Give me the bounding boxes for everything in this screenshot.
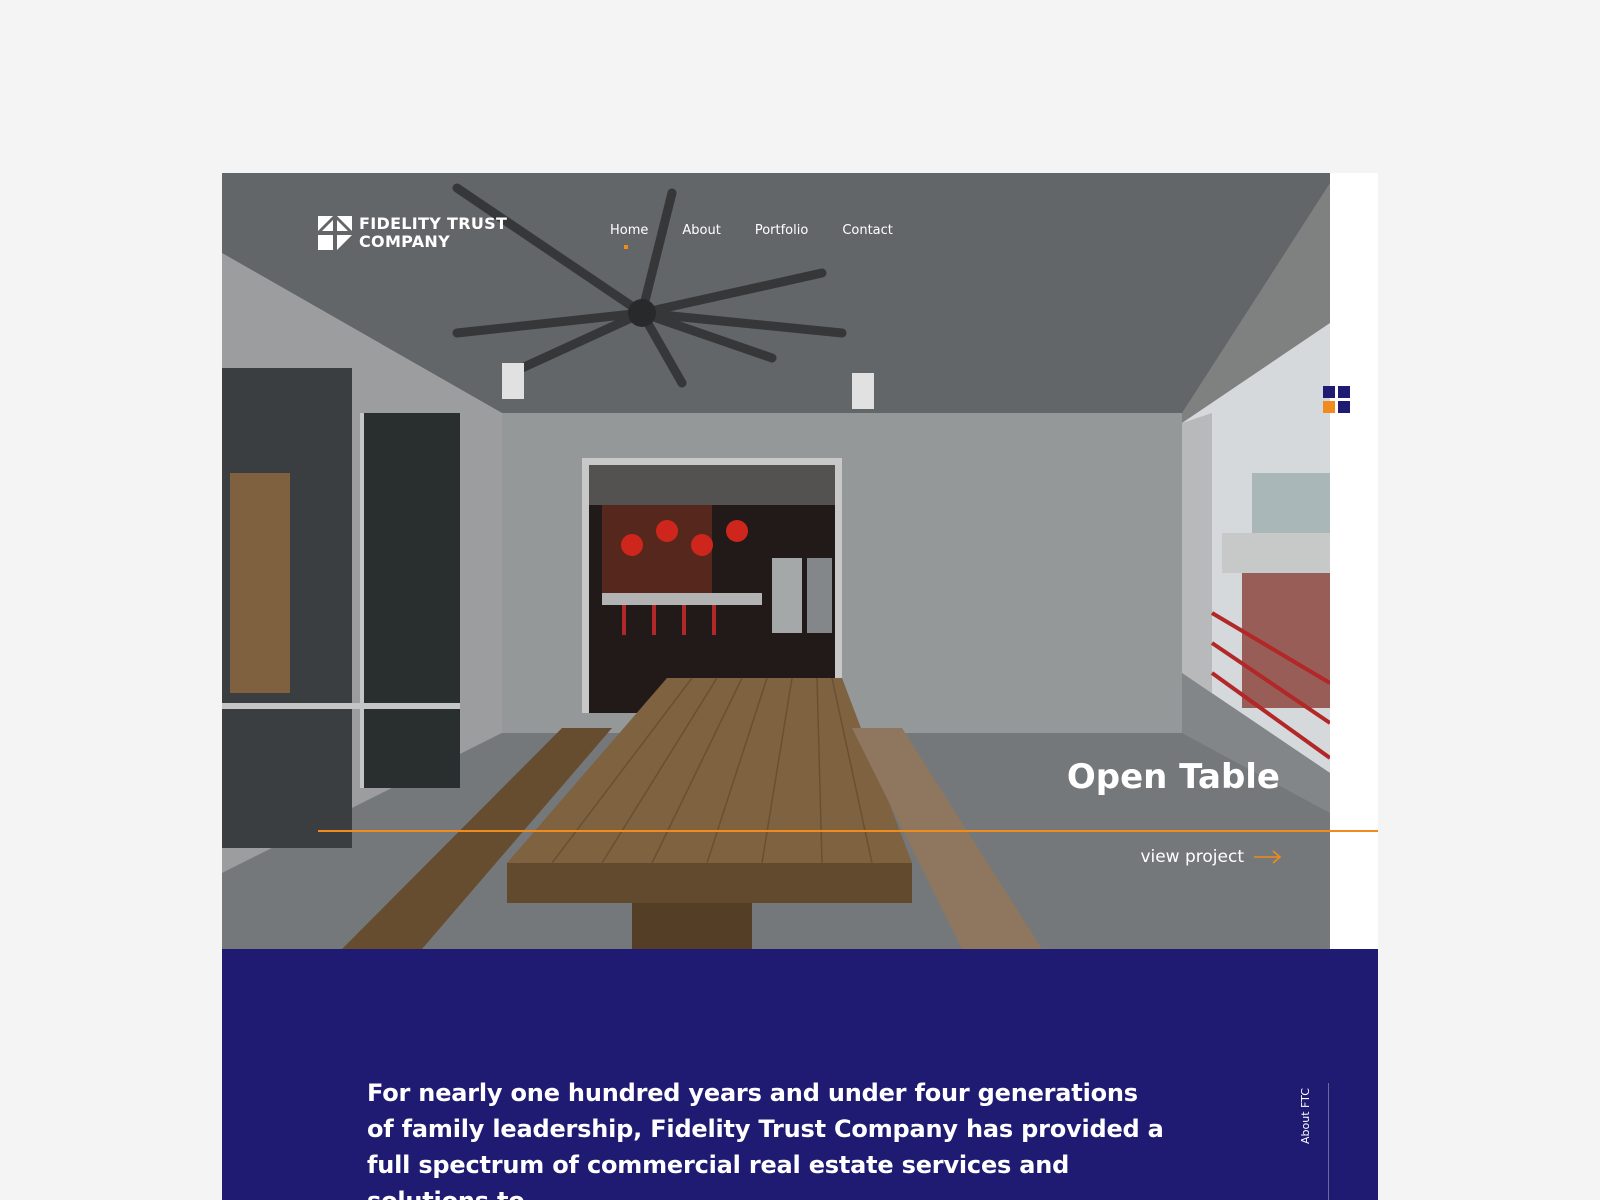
logo-mark-icon [318, 216, 352, 250]
view-project-label: view project [1140, 847, 1244, 867]
hero-photo [222, 173, 1330, 949]
logo-line-2: COMPANY [359, 232, 450, 251]
site-logo[interactable]: FIDELITY TRUST COMPANY [318, 215, 507, 251]
nav-item-portfolio[interactable]: Portfolio [755, 223, 808, 238]
about-section: For nearly one hundred years and under f… [222, 949, 1378, 1200]
grid-icon[interactable] [1323, 386, 1351, 414]
logo-line-1: FIDELITY TRUST [359, 214, 508, 233]
website-frame: FIDELITY TRUST COMPANY Home About Portfo… [222, 173, 1378, 1200]
nav-item-about[interactable]: About [682, 223, 720, 238]
about-side-label: About FTC [1298, 1088, 1312, 1144]
hero-title: Open Table [1066, 757, 1280, 797]
main-nav: Home About Portfolio Contact [610, 223, 893, 249]
hero-section: FIDELITY TRUST COMPANY Home About Portfo… [222, 173, 1330, 949]
hero-divider [318, 830, 1378, 832]
grid-cell-1 [1323, 386, 1335, 398]
about-side-divider [1328, 1083, 1329, 1200]
nav-item-home[interactable]: Home [610, 223, 648, 249]
arrow-right-icon [1254, 850, 1282, 864]
grid-cell-4 [1338, 401, 1350, 413]
grid-cell-2 [1338, 386, 1350, 398]
about-intro-text: For nearly one hundred years and under f… [367, 1079, 1164, 1200]
logo-wordmark: FIDELITY TRUST COMPANY [359, 215, 507, 251]
view-project-link[interactable]: view project [1140, 847, 1282, 867]
grid-cell-3 [1323, 401, 1335, 413]
nav-item-contact[interactable]: Contact [842, 223, 893, 238]
